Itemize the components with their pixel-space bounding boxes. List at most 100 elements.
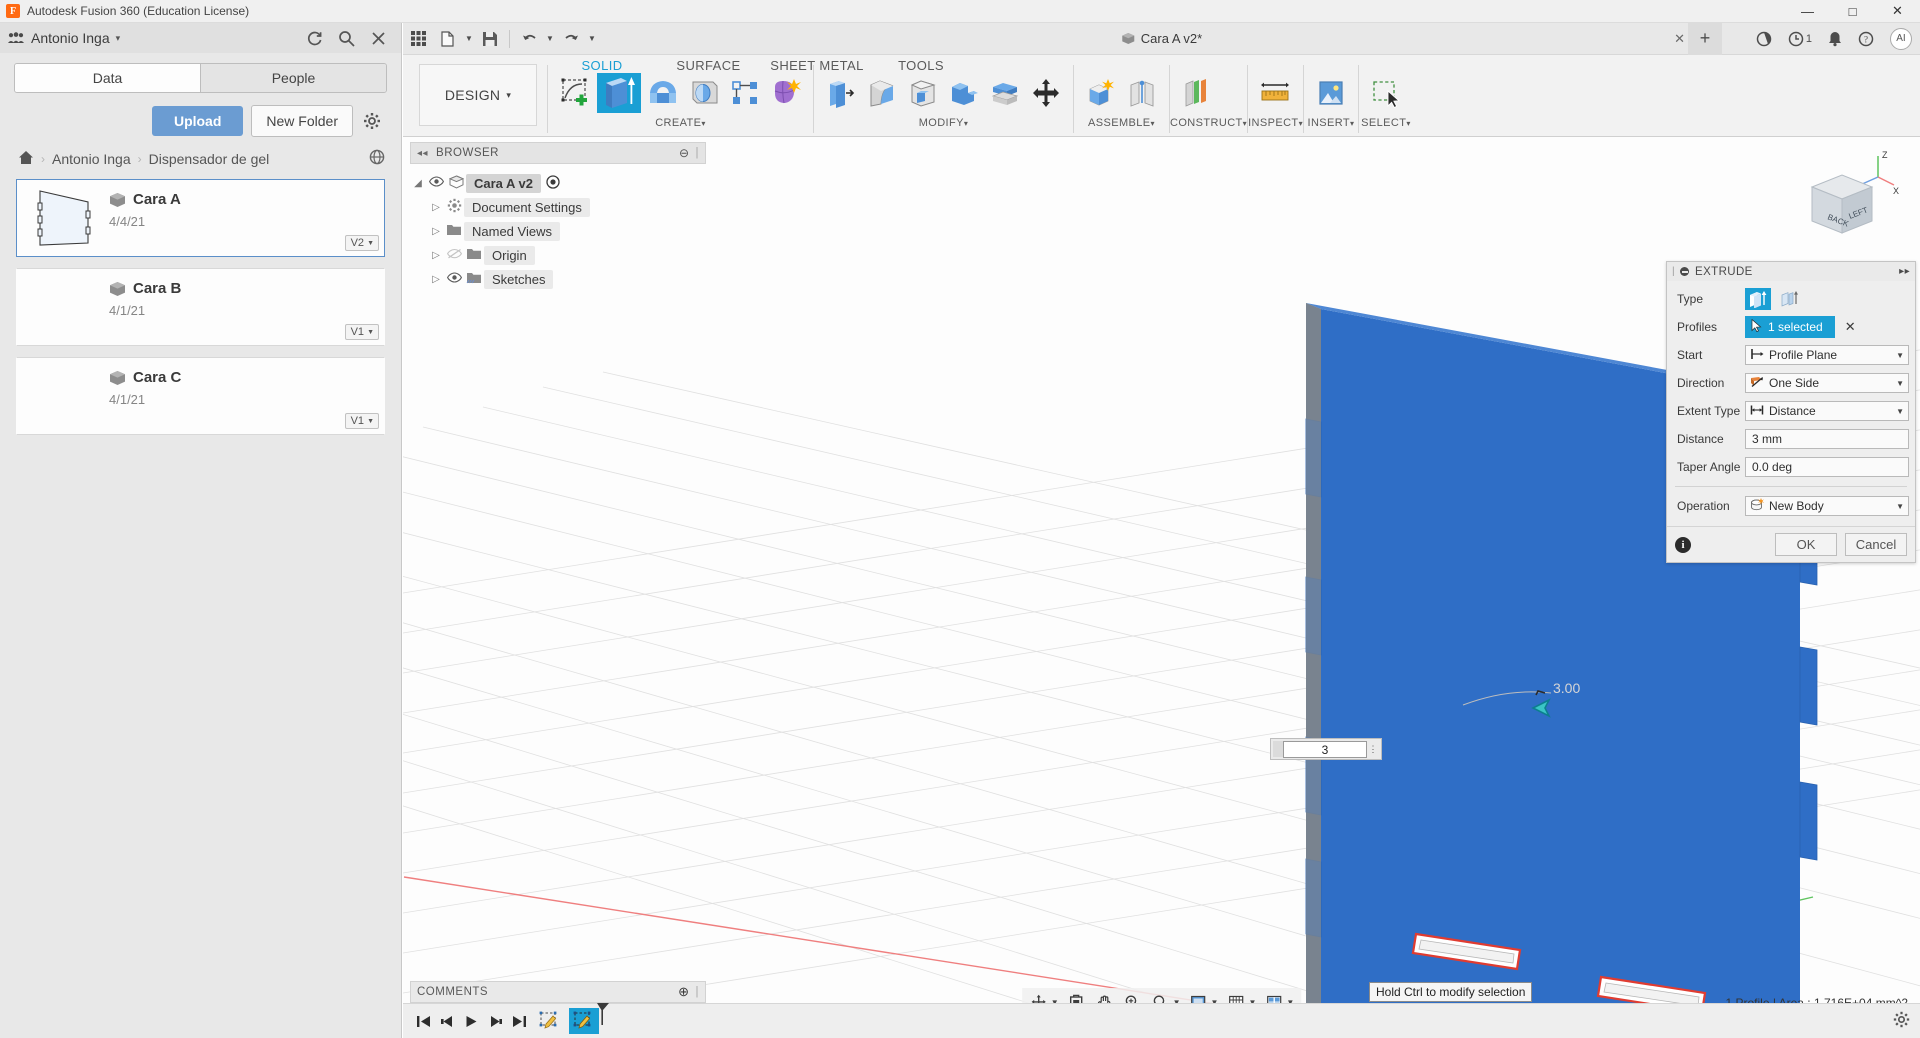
refresh-icon[interactable]: [305, 29, 323, 47]
chevron-down-icon[interactable]: ▼: [1896, 407, 1904, 416]
document-tab[interactable]: Cara A v2*: [1121, 31, 1202, 46]
chevron-down-icon[interactable]: ▼: [1896, 379, 1904, 388]
maximize-button[interactable]: □: [1830, 0, 1875, 23]
tree-node-root[interactable]: ◢ Cara A v2: [410, 171, 706, 195]
grid-apps-icon[interactable]: [403, 24, 433, 54]
taper-angle-input[interactable]: 0.0 deg: [1745, 457, 1909, 477]
add-tab-button[interactable]: +: [1688, 22, 1722, 55]
close-tab-icon[interactable]: ✕: [1674, 31, 1685, 47]
undo-icon[interactable]: [514, 24, 544, 54]
fillet-icon[interactable]: [863, 73, 901, 113]
avatar[interactable]: AI: [1890, 27, 1912, 50]
extent-type-select[interactable]: Distance ▼: [1745, 401, 1909, 421]
breadcrumb-item-project[interactable]: Dispensador de gel: [149, 151, 270, 167]
save-icon[interactable]: [475, 24, 505, 54]
operation-select[interactable]: New Body ▼: [1745, 496, 1909, 516]
shell-icon[interactable]: [904, 73, 942, 113]
tree-node-label[interactable]: Sketches: [484, 269, 554, 289]
expand-icon[interactable]: ▸▸: [1899, 266, 1910, 277]
extrude-dialog-header[interactable]: | EXTRUDE ▸▸: [1667, 262, 1915, 281]
group-label-construct[interactable]: CONSTRUCT▾: [1170, 113, 1247, 129]
split-face-icon[interactable]: [986, 73, 1024, 113]
timeline-feature-sketch-selected[interactable]: [569, 1008, 599, 1034]
group-label-inspect[interactable]: INSPECT▾: [1248, 113, 1303, 129]
add-comment-icon[interactable]: ⊕: [678, 984, 689, 1000]
tree-node-label[interactable]: Named Views: [464, 221, 560, 241]
step-back-icon[interactable]: [435, 1008, 459, 1034]
revolve-icon[interactable]: [644, 73, 682, 113]
ok-button[interactable]: OK: [1775, 533, 1837, 556]
expander-icon[interactable]: ◢: [410, 178, 426, 189]
dimension-input-box[interactable]: 3 ⋮: [1270, 738, 1382, 760]
joint-icon[interactable]: [1123, 73, 1161, 113]
drag-grip-icon[interactable]: |: [1672, 266, 1675, 277]
version-badge[interactable]: V2 ▼: [344, 235, 379, 251]
collapse-icon[interactable]: ◂◂: [417, 148, 428, 159]
visibility-eye-icon[interactable]: [444, 272, 464, 286]
clear-selection-icon[interactable]: ✕: [1845, 319, 1856, 335]
step-forward-icon[interactable]: [483, 1008, 507, 1034]
help-circle-icon[interactable]: [1756, 31, 1772, 47]
cancel-button[interactable]: Cancel: [1845, 533, 1907, 556]
dimension-input[interactable]: 3: [1283, 740, 1367, 758]
minimize-button[interactable]: —: [1785, 0, 1830, 23]
direction-select[interactable]: One Side ▼: [1745, 373, 1909, 393]
redo-dropdown-icon[interactable]: ▼: [586, 24, 598, 54]
combine-icon[interactable]: [945, 73, 983, 113]
expander-icon[interactable]: ▷: [428, 226, 444, 237]
gear-icon[interactable]: [361, 110, 383, 132]
insert-image-icon[interactable]: [1312, 73, 1350, 113]
expander-icon[interactable]: ▷: [428, 274, 444, 285]
home-icon[interactable]: [18, 150, 34, 169]
pattern-icon[interactable]: [726, 73, 764, 113]
visibility-eye-off-icon[interactable]: [444, 248, 464, 262]
spinner-icon[interactable]: ⋮: [1367, 745, 1379, 754]
redo-icon[interactable]: [556, 24, 586, 54]
workspace-switcher[interactable]: DESIGN ▾: [419, 64, 537, 126]
form-icon[interactable]: [767, 73, 805, 113]
new-file-icon[interactable]: [433, 24, 463, 54]
collapse-dot-icon[interactable]: [1680, 267, 1689, 276]
group-label-insert[interactable]: INSERT▾: [1304, 113, 1358, 129]
measure-icon[interactable]: [1256, 73, 1294, 113]
undo-dropdown-icon[interactable]: ▼: [544, 24, 556, 54]
version-badge[interactable]: V1 ▼: [344, 324, 379, 340]
expander-icon[interactable]: ▷: [428, 202, 444, 213]
close-button[interactable]: ✕: [1875, 0, 1920, 23]
activate-component-icon[interactable]: [546, 174, 560, 192]
extrude-icon[interactable]: [597, 73, 641, 113]
select-window-icon[interactable]: [1367, 73, 1405, 113]
close-panel-icon[interactable]: [369, 29, 387, 47]
group-label-modify[interactable]: MODIFY▾: [814, 113, 1073, 129]
timeline-feature-sketch[interactable]: [535, 1008, 565, 1034]
extrude-symmetric-icon[interactable]: [1777, 288, 1803, 310]
comments-panel[interactable]: COMMENTS ⊕ |: [410, 981, 706, 1003]
start-select[interactable]: Profile Plane ▼: [1745, 345, 1909, 365]
new-sketch-icon[interactable]: [556, 73, 594, 113]
breadcrumb-item-user[interactable]: Antonio Inga: [52, 151, 131, 167]
user-name[interactable]: Antonio Inga: [31, 30, 110, 46]
new-file-dropdown-icon[interactable]: ▼: [463, 24, 475, 54]
chevron-down-icon[interactable]: ▼: [1896, 351, 1904, 360]
skip-to-start-icon[interactable]: [411, 1008, 435, 1034]
skip-to-end-icon[interactable]: [507, 1008, 531, 1034]
file-card-cara-a[interactable]: Cara A 4/4/21 V2 ▼: [16, 179, 385, 257]
tree-node-label[interactable]: Document Settings: [464, 197, 590, 217]
tab-people[interactable]: People: [200, 64, 386, 92]
tree-node-label[interactable]: Cara A v2: [466, 173, 542, 193]
group-label-assemble[interactable]: ASSEMBLE▾: [1074, 113, 1169, 129]
sweep-icon[interactable]: [685, 73, 723, 113]
resize-grip-icon[interactable]: |: [696, 147, 700, 159]
search-icon[interactable]: [337, 29, 355, 47]
info-icon[interactable]: i: [1675, 536, 1691, 553]
move-copy-icon[interactable]: [1027, 73, 1065, 113]
tree-node-label[interactable]: Origin: [484, 245, 535, 265]
group-label-create[interactable]: CREATE▾: [548, 113, 813, 129]
drag-grip-icon[interactable]: [1273, 741, 1283, 757]
help-question-icon[interactable]: ?: [1858, 31, 1874, 47]
press-pull-icon[interactable]: [822, 73, 860, 113]
group-label-select[interactable]: SELECT▾: [1359, 113, 1413, 129]
offset-plane-icon[interactable]: [1178, 73, 1216, 113]
profiles-selected-chip[interactable]: 1 selected: [1745, 316, 1835, 338]
tree-node-sketches[interactable]: ▷ Sketches: [410, 267, 706, 291]
